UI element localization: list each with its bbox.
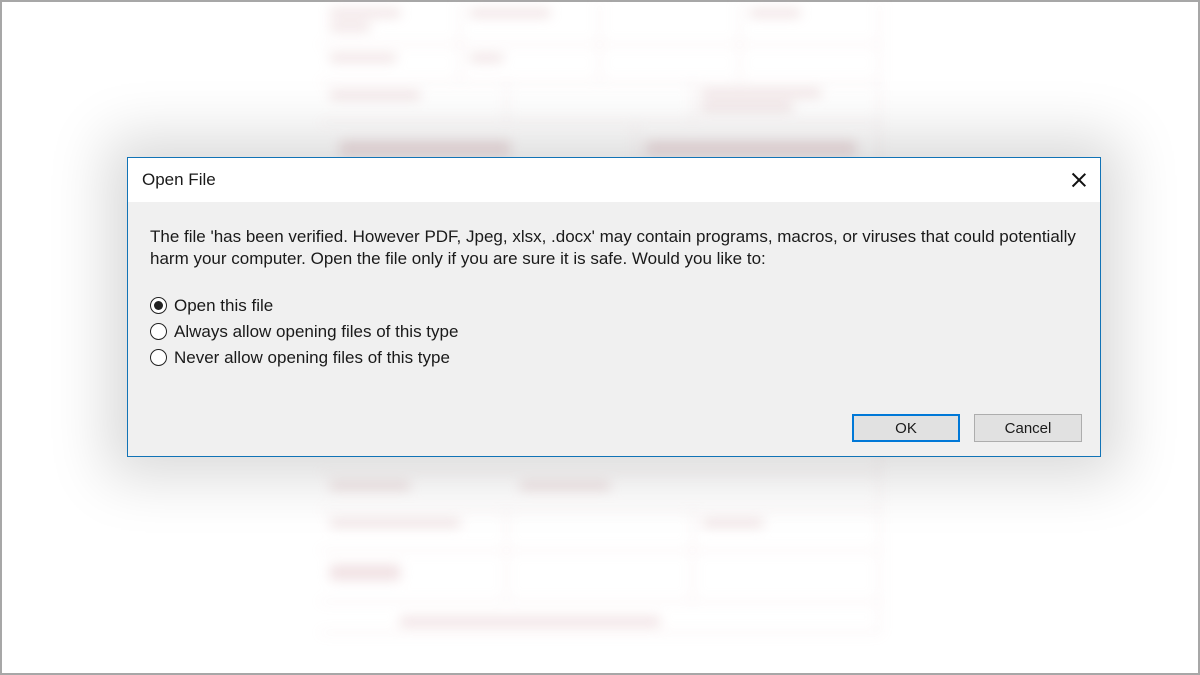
cancel-button[interactable]: Cancel [974,414,1082,442]
open-file-dialog: Open File The file 'has been verified. H… [127,157,1101,457]
dialog-title: Open File [142,170,216,190]
ok-button[interactable]: OK [852,414,960,442]
close-icon[interactable] [1072,173,1086,187]
radio-always-input[interactable] [150,323,167,340]
radio-never-label: Never allow opening files of this type [174,348,450,368]
radio-open-this-file[interactable]: Open this file [150,296,1078,316]
radio-never-allow[interactable]: Never allow opening files of this type [150,348,1078,368]
dialog-titlebar: Open File [128,158,1100,202]
radio-never-input[interactable] [150,349,167,366]
radio-open-input[interactable] [150,297,167,314]
radio-always-label: Always allow opening files of this type [174,322,458,342]
radio-group: Open this file Always allow opening file… [128,270,1100,368]
dialog-message: The file 'has been verified. However PDF… [128,202,1100,270]
radio-open-label: Open this file [174,296,273,316]
button-row: OK Cancel [852,414,1082,442]
radio-always-allow[interactable]: Always allow opening files of this type [150,322,1078,342]
